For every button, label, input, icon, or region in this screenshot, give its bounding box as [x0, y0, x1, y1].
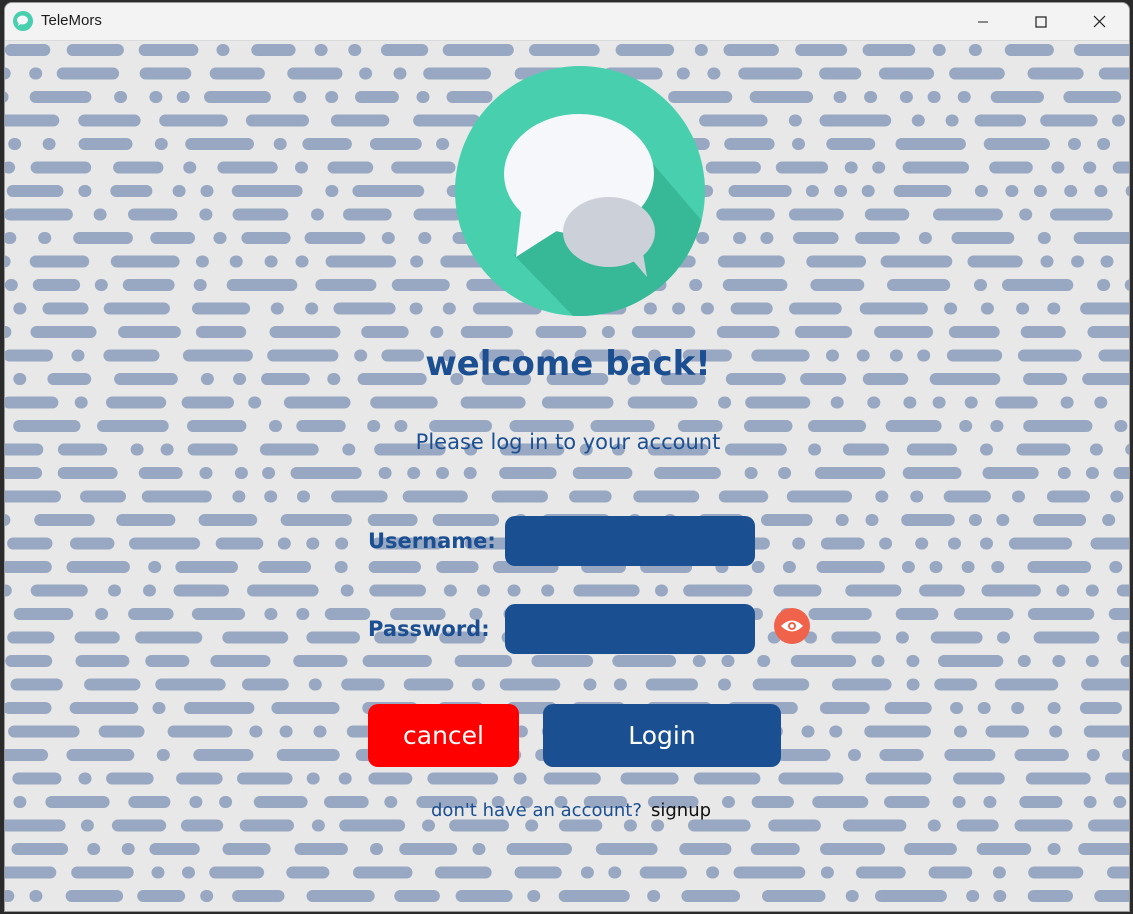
app-logo-icon — [13, 11, 33, 31]
maximize-button[interactable] — [1012, 3, 1070, 40]
app-window: TeleMors welcome back! Please log in to … — [4, 2, 1130, 912]
welcome-heading: welcome back! — [425, 344, 711, 384]
maximize-icon — [1035, 15, 1047, 28]
username-input[interactable] — [505, 516, 755, 566]
show-password-button[interactable] — [774, 608, 810, 644]
username-label: Username: — [368, 529, 496, 553]
window-title: TeleMors — [41, 12, 102, 29]
password-input[interactable] — [505, 604, 755, 654]
chat-bubbles-logo-icon — [455, 66, 705, 316]
login-button[interactable]: Login — [543, 704, 781, 767]
no-account-text: don't have an account? — [431, 800, 642, 821]
close-button[interactable] — [1070, 3, 1128, 40]
login-subtitle: Please log in to your account — [415, 430, 721, 454]
cancel-button[interactable]: cancel — [368, 704, 519, 767]
password-label: Password: — [368, 617, 490, 641]
close-icon — [1093, 15, 1105, 28]
title-bar[interactable]: TeleMors — [5, 3, 1129, 41]
signup-link[interactable]: signup — [651, 800, 711, 821]
login-panel: welcome back! Please log in to your acco… — [5, 41, 1129, 911]
minimize-button[interactable] — [954, 3, 1012, 40]
minimize-icon — [978, 21, 988, 22]
eye-icon — [781, 620, 803, 632]
